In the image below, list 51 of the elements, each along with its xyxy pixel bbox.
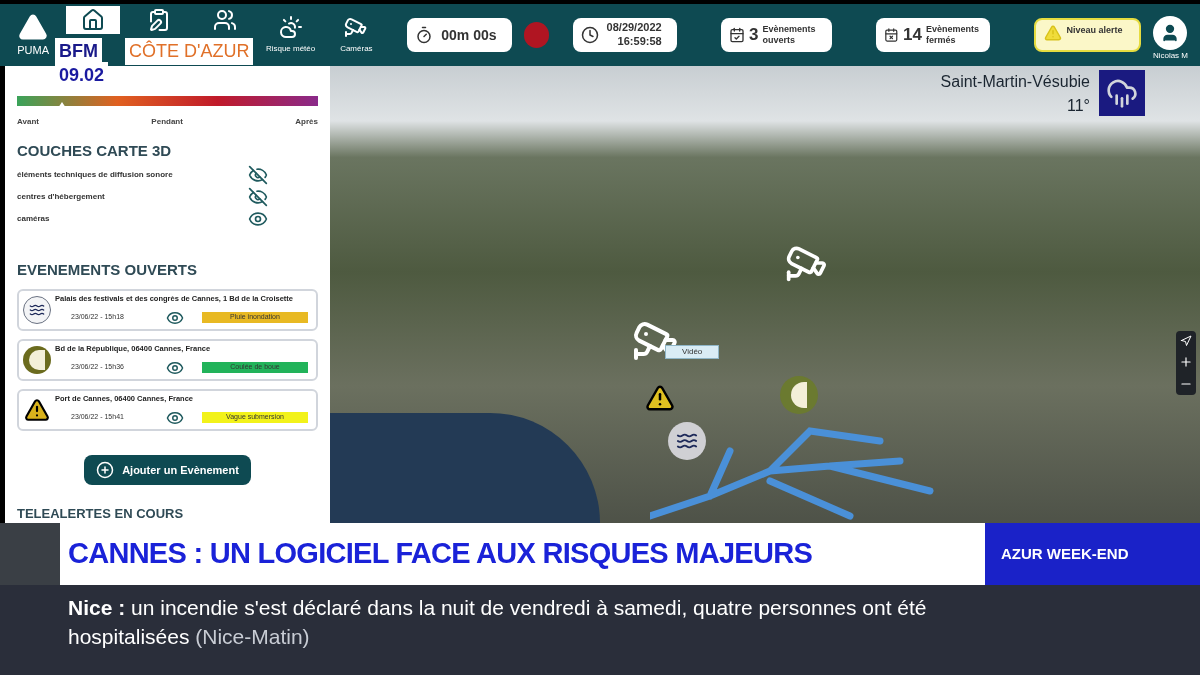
warning-icon[interactable]: [645, 383, 675, 413]
section-title: COUCHES CARTE 3D: [17, 141, 173, 161]
user-avatar[interactable]: [1153, 16, 1188, 50]
flood-marker-icon[interactable]: [668, 422, 706, 460]
counter-label: Evènements ouverts: [762, 23, 817, 47]
timer-display: 00m 00s: [407, 18, 512, 52]
nav-tab[interactable]: [66, 6, 121, 34]
alert-level-button[interactable]: Niveau alerte: [1034, 18, 1141, 52]
nav-tab[interactable]: Risque météo: [263, 7, 318, 63]
section-title: EVENEMENTS OUVERTS: [17, 259, 199, 280]
weather-temperature: 11°: [1067, 96, 1090, 116]
timeline-label: Pendant: [151, 116, 183, 128]
crossed-eye-icon[interactable]: [248, 186, 268, 207]
section-title: TELEALERTES EN COURS: [17, 504, 185, 523]
home-icon: [81, 8, 106, 32]
counter-value: 3: [748, 24, 759, 47]
half-circle-marker-icon[interactable]: [780, 376, 818, 414]
compass-icon[interactable]: [1180, 335, 1192, 347]
timeline-label: Après: [295, 116, 318, 128]
user-name: Nicolas M: [1152, 50, 1188, 62]
layer-name: éléments techniques de diffusion sonore: [17, 168, 173, 181]
stopwatch-icon: [415, 26, 434, 44]
nav-tab[interactable]: Caméras: [329, 7, 384, 63]
region-label: CÔTE D'AZUR: [125, 38, 254, 65]
ticker-text: Nice : un incendie s'est déclaré dans la nuit de vendredi à samedi, quatre personnes ont été hospitalisées (Nice-Matin): [68, 595, 928, 650]
camera-icon: [344, 15, 369, 39]
date-text: 08/29/2022: [606, 21, 662, 35]
add-event-button[interactable]: Ajouter un Evènement: [84, 455, 251, 485]
zoom-in-icon[interactable]: [1179, 355, 1193, 369]
calendar-check-icon: [728, 27, 745, 43]
time-text: 16:59:58: [617, 35, 662, 49]
sun-cloud-icon: [278, 15, 303, 39]
weather-place: Saint-Martin-Vésubie: [940, 72, 1090, 92]
calendar-cross-icon: [884, 27, 899, 43]
warning-icon: [23, 396, 51, 424]
warning-icon: [1044, 24, 1063, 42]
timeline-label: Avant: [17, 116, 39, 128]
crossed-eye-icon[interactable]: [248, 164, 268, 185]
counter-label: Evènements fermés: [925, 23, 980, 47]
headline-text: CANNES : UN LOGICIEL FACE AUX RISQUES MAJEURS: [68, 536, 813, 572]
layer-name: caméras: [17, 212, 50, 225]
waves-icon: [23, 296, 51, 324]
app-logo: PUMA: [17, 42, 49, 58]
plus-circle-icon: [96, 461, 115, 479]
rain-cloud-icon: [1099, 70, 1145, 116]
tooltip: Vidéo: [665, 345, 720, 359]
clock-icon: [580, 26, 599, 44]
counter-value: 14: [903, 24, 922, 47]
people-icon: [212, 8, 237, 32]
show-banner: AZUR WEEK-END: [985, 523, 1200, 585]
layer-name: centres d'hébergement: [17, 190, 105, 203]
